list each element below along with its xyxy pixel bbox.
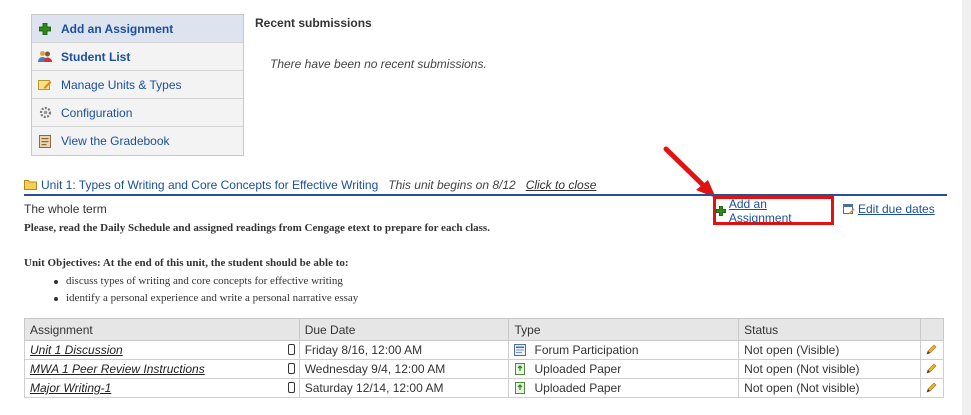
list-item: discuss types of writing and core concep… [52,273,358,290]
type-cell: Forum Participation [508,340,740,360]
pencil-icon[interactable] [926,381,938,393]
attachment-icon [287,363,295,374]
table-row: Unit 1 Discussion Friday 8/16, 12:00 AM … [24,340,945,360]
table-row: MWA 1 Peer Review Instructions Wednesday… [24,359,945,379]
green-plus-icon [716,205,726,216]
table-row: Major Writing-1 Saturday 12/14, 12:00 AM… [24,378,945,398]
unit-title[interactable]: Unit 1: Types of Writing and Core Concep… [41,178,378,192]
assignment-name-cell: MWA 1 Peer Review Instructions [24,359,300,379]
scrollbar[interactable] [962,0,971,415]
assignment-name-cell: Major Writing-1 [24,378,300,398]
folder-icon [24,180,37,190]
col-due-date[interactable]: Due Date [298,318,510,341]
type-label: Forum Participation [534,343,639,357]
unit-term: The whole term [24,202,107,216]
due-date-cell: Saturday 12/14, 12:00 AM [298,378,510,398]
pencil-icon[interactable] [926,362,938,374]
assignment-link[interactable]: MWA 1 Peer Review Instructions [30,362,205,376]
assignment-name-cell: Unit 1 Discussion [24,340,300,360]
due-date-cell: Friday 8/16, 12:00 AM [298,340,510,360]
status-cell: Not open (Not visible) [738,378,921,398]
calendar-edit-icon [843,204,855,214]
highlight-box: Add an Assignment [713,196,834,225]
col-actions [919,318,945,341]
uploaded-paper-icon [515,363,526,375]
attachment-icon [287,344,295,355]
edit-cell [919,359,945,379]
list-item: identify a personal experience and write… [52,290,358,307]
edit-cell [919,378,945,398]
unit-close-link[interactable]: Click to close [526,178,597,192]
unit-instructions: Please, read the Daily Schedule and assi… [24,222,490,234]
add-assignment-link[interactable]: Add an Assignment [716,197,831,225]
table-header-row: Assignment Due Date Type Status [24,318,945,341]
pencil-icon[interactable] [926,343,938,355]
status-cell: Not open (Visible) [738,340,921,360]
unit-objectives-title: Unit Objectives: At the end of this unit… [24,257,349,269]
attachment-icon [287,382,295,393]
status-cell: Not open (Not visible) [738,359,921,379]
col-status[interactable]: Status [738,318,921,341]
assignment-link[interactable]: Unit 1 Discussion [30,343,123,357]
type-label: Uploaded Paper [534,381,622,395]
col-type[interactable]: Type [508,318,740,341]
edit-due-dates-link[interactable]: Edit due dates [843,202,935,216]
unit-objectives-list: discuss types of writing and core concep… [52,273,358,307]
edit-due-dates-label: Edit due dates [858,202,935,216]
forum-icon [514,344,527,356]
edit-cell [919,340,945,360]
add-assignment-label: Add an Assignment [728,196,792,225]
assignment-link[interactable]: Major Writing-1 [30,381,111,395]
unit-begins: This unit begins on 8/12 [388,177,516,192]
col-assignment[interactable]: Assignment [24,318,300,341]
unit-header: Unit 1: Types of Writing and Core Concep… [24,175,947,196]
type-label: Uploaded Paper [534,362,622,376]
uploaded-paper-icon [515,382,526,394]
type-cell: Uploaded Paper [508,359,740,379]
due-date-cell: Wednesday 9/4, 12:00 AM [298,359,510,379]
assignment-table: Assignment Due Date Type Status Unit 1 D… [24,318,945,398]
type-cell: Uploaded Paper [508,378,740,398]
